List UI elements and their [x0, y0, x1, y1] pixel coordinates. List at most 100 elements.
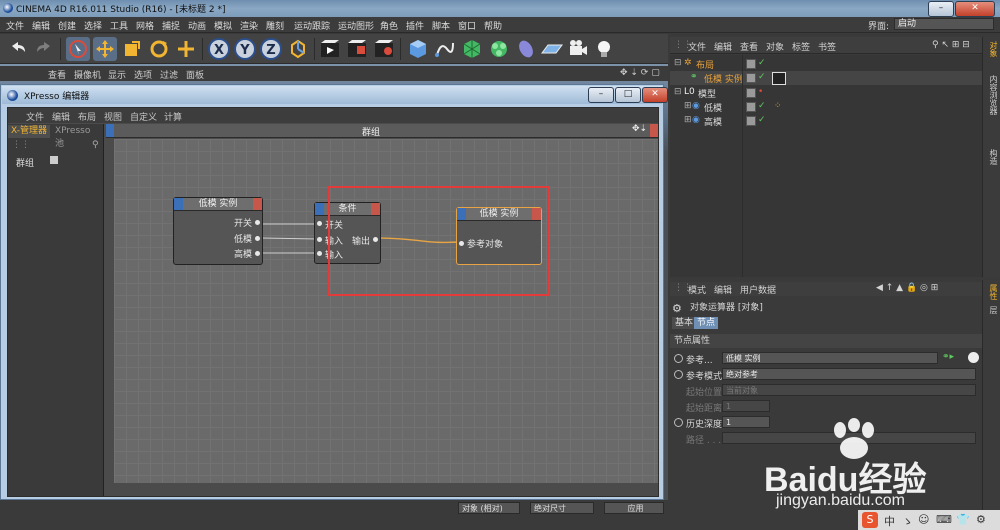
node-output-tab[interactable]	[253, 198, 262, 210]
side-tab-structure[interactable]: 构造	[985, 149, 999, 165]
xpresso-menu-view[interactable]: 视图	[104, 110, 122, 123]
object-row[interactable]: ⚭ 低模 实例 ✓	[670, 71, 982, 85]
render-view-icon[interactable]	[318, 37, 342, 61]
menu-create[interactable]: 创建	[58, 19, 76, 32]
side-tab-layers[interactable]: 层	[985, 306, 999, 314]
xpresso-tag-icon[interactable]	[772, 72, 786, 85]
visibility-toggle[interactable]	[746, 88, 756, 98]
sogou-ime-icon[interactable]: S	[862, 512, 878, 528]
visibility-toggle[interactable]	[746, 59, 756, 69]
enabled-check-icon[interactable]: ✓	[758, 58, 766, 68]
port-lowpoly[interactable]: 低模	[234, 232, 252, 245]
objects-menu-file[interactable]: 文件	[688, 40, 706, 53]
attr-nav-icon[interactable]: ◀ ↑ ▲ 🔒 ◎ ⊞	[876, 283, 938, 293]
side-tab-attributes[interactable]: 属性	[985, 284, 999, 300]
floor-icon[interactable]	[540, 37, 564, 61]
menu-render[interactable]: 渲染	[240, 19, 258, 32]
side-tab-content-browser[interactable]: 内容浏览器	[985, 75, 999, 115]
scale-icon[interactable]	[120, 37, 144, 61]
graph-nav-icon[interactable]: ✥⇣	[632, 124, 647, 134]
enabled-check-icon[interactable]: ✓	[758, 101, 766, 111]
material-tag-icon[interactable]: ⁘	[774, 101, 782, 111]
menu-edit[interactable]: 编辑	[32, 19, 50, 32]
z-axis-icon[interactable]: Z	[259, 37, 283, 61]
port-dot[interactable]	[317, 221, 322, 226]
world-coord-icon[interactable]	[286, 37, 310, 61]
objects-menu-edit[interactable]: 编辑	[714, 40, 732, 53]
apply-button[interactable]: 应用	[604, 502, 664, 514]
port-switch[interactable]: 开关	[234, 216, 252, 229]
ime-skin-icon[interactable]: 👕	[956, 513, 970, 526]
viewport-menu-panel[interactable]: 面板	[186, 68, 204, 81]
layout-dropdown[interactable]: 启动	[894, 18, 994, 30]
object-row[interactable]: ⊟ ✲ 布局 ✓	[670, 57, 982, 71]
deformer-icon[interactable]	[514, 37, 538, 61]
expand-icon[interactable]: ⊞	[684, 101, 692, 111]
viewport-menu-options[interactable]: 选项	[134, 68, 152, 81]
menu-help[interactable]: 帮助	[484, 19, 502, 32]
expand-icon[interactable]: ⊟	[674, 87, 682, 97]
status-dot-icon[interactable]: •	[758, 87, 763, 97]
object-row[interactable]: ⊞ ◉ 高模 ✓	[670, 114, 982, 128]
viewport-menu-display[interactable]: 显示	[108, 68, 126, 81]
port-dot[interactable]	[317, 251, 322, 256]
ime-punct-icon[interactable]: ゝ	[902, 513, 913, 529]
x-axis-icon[interactable]: X	[207, 37, 231, 61]
viewport-menu-filter[interactable]: 过滤	[160, 68, 178, 81]
enabled-check-icon[interactable]: ✓	[758, 72, 766, 82]
viewport-menu-view[interactable]: 查看	[48, 68, 66, 81]
ime-emoji-icon[interactable]: ☺	[918, 513, 929, 526]
animate-radio[interactable]	[674, 354, 683, 363]
tab-node[interactable]: 节点	[694, 317, 719, 329]
xpresso-menu-layout[interactable]: 布局	[78, 110, 96, 123]
side-tab-objects[interactable]: 对象	[985, 41, 999, 57]
viewport-nav-icon[interactable]: ✥ ⇣ ⟳ ▢	[620, 68, 660, 78]
render-picture-queue-icon[interactable]	[345, 37, 369, 61]
tab-basic[interactable]: 基本	[672, 317, 697, 329]
expand-icon[interactable]: ⊞	[684, 115, 692, 125]
ime-keyboard-icon[interactable]: ⌨	[936, 513, 952, 526]
menu-animate[interactable]: 动画	[188, 19, 206, 32]
visibility-toggle[interactable]	[746, 73, 756, 83]
spline-pen-icon[interactable]	[433, 37, 457, 61]
close-button[interactable]: ✕	[955, 1, 995, 17]
light-icon[interactable]	[592, 37, 616, 61]
xpresso-menu-custom[interactable]: 自定义	[130, 110, 157, 123]
port-dot[interactable]	[255, 236, 260, 241]
port-dot[interactable]	[317, 237, 322, 242]
port-dot[interactable]	[255, 220, 260, 225]
animate-radio[interactable]	[674, 418, 683, 427]
animate-radio[interactable]	[674, 370, 683, 379]
reference-mode-dropdown[interactable]: 绝对参考	[722, 368, 976, 380]
tab-xpresso-pool[interactable]: XPresso 池	[52, 125, 103, 149]
menu-tools[interactable]: 工具	[110, 19, 128, 32]
visibility-toggle[interactable]	[746, 116, 756, 126]
xpresso-menu-file[interactable]: 文件	[26, 110, 44, 123]
subdivision-icon[interactable]	[460, 37, 484, 61]
menu-character[interactable]: 角色	[380, 19, 398, 32]
port-dot[interactable]	[255, 251, 260, 256]
visibility-toggle[interactable]	[746, 102, 756, 112]
render-settings-icon[interactable]	[372, 37, 396, 61]
menu-simulate[interactable]: 模拟	[214, 19, 232, 32]
tab-x-manager[interactable]: X-管理器	[8, 125, 50, 138]
expand-icon[interactable]: ⊟	[674, 58, 682, 68]
xpresso-maximize-button[interactable]: □	[615, 87, 641, 103]
reference-link-field[interactable]: 低模 实例	[722, 352, 938, 364]
camera-icon[interactable]	[566, 37, 590, 61]
cloner-icon[interactable]	[487, 37, 511, 61]
menu-mograph[interactable]: 运动图形	[338, 19, 374, 32]
menu-window[interactable]: 窗口	[458, 19, 476, 32]
menu-snap[interactable]: 捕捉	[162, 19, 180, 32]
ime-settings-icon[interactable]: ⚙	[976, 513, 986, 526]
coordinate-icon[interactable]	[174, 37, 198, 61]
viewport-menu-camera[interactable]: 摄像机	[74, 68, 101, 81]
search-icon[interactable]: ⚲ ↖ ⊞ ⊟	[932, 40, 970, 50]
search-icon[interactable]: ⚲	[92, 140, 99, 150]
menu-file[interactable]: 文件	[6, 19, 24, 32]
objects-menu-bookmarks[interactable]: 书签	[818, 40, 836, 53]
size-mode-dropdown[interactable]: 绝对尺寸	[530, 502, 594, 514]
node-lowpoly-instance-source[interactable]: 低模 实例 开关 低模 高模	[173, 197, 263, 265]
objects-menu-tags[interactable]: 标签	[792, 40, 810, 53]
coord-mode-dropdown[interactable]: 对象 (相对)	[458, 502, 520, 514]
